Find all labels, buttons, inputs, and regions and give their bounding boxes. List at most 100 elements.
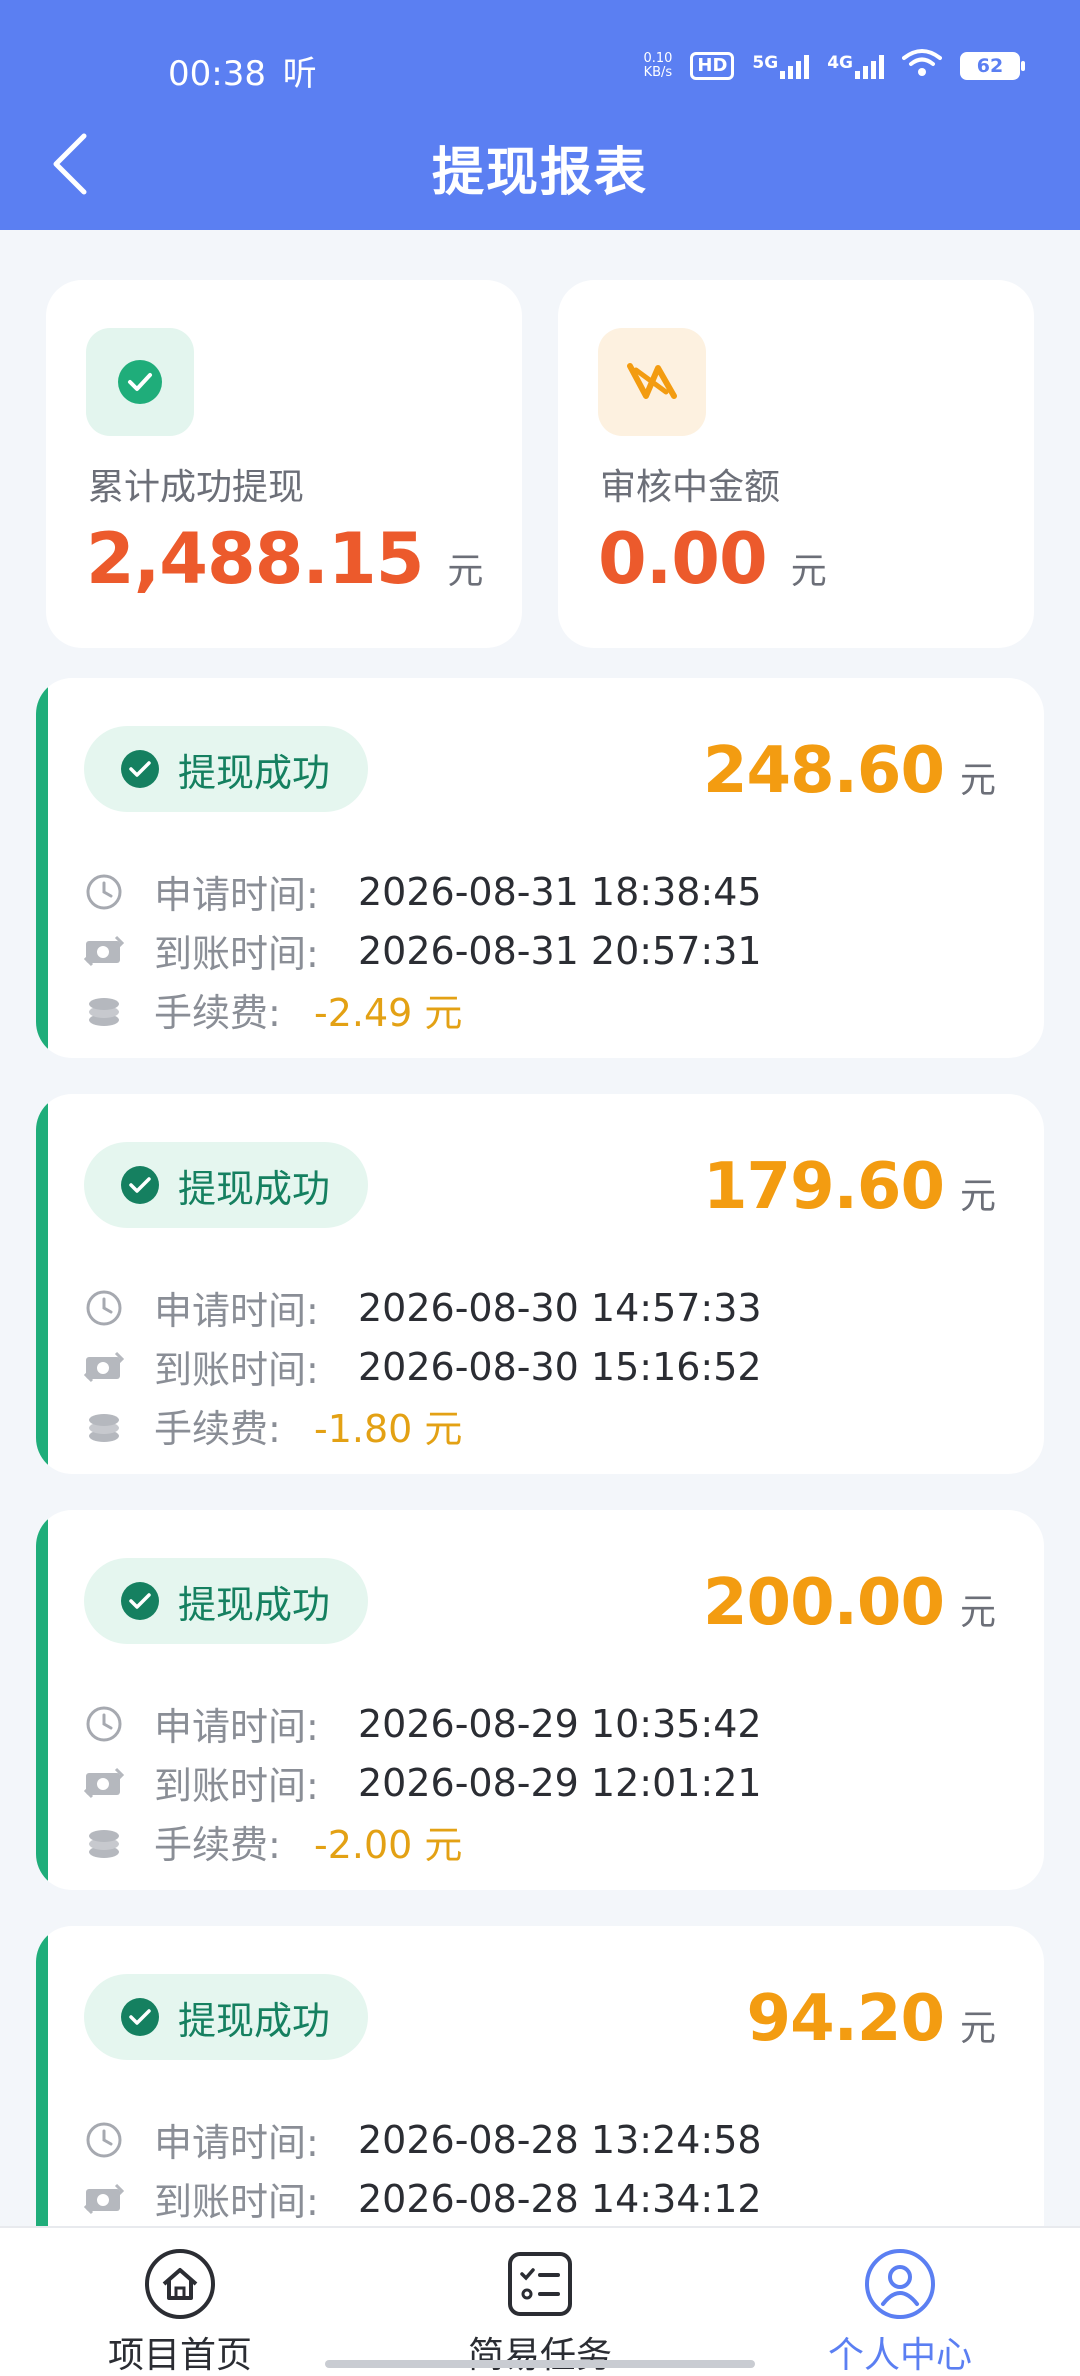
status-text: 提现成功 — [178, 1998, 331, 2043]
withdrawal-amount: 200.00 — [703, 1566, 945, 1640]
status-text: 提现成功 — [178, 1582, 331, 1627]
cash-transfer-icon — [82, 2177, 126, 2221]
pending-amount-card: 审核中金额 0.00 元 — [558, 280, 1034, 648]
arrive-time-row: 到账时间: 2026-08-30 15:16:52 — [82, 1339, 762, 1394]
signal-4g-label: 4G — [827, 53, 853, 73]
cash-transfer-icon — [82, 929, 126, 973]
arrive-time-label: 到账时间: — [154, 932, 319, 976]
fee-value: -1.80 元 — [314, 1407, 463, 1451]
hourglass-icon — [598, 328, 706, 436]
fee-value: -2.00 元 — [314, 1823, 463, 1867]
header-bar: 00:38 听 0.10 KB/s HD 5G 4G 62 提现报表 — [0, 0, 1080, 230]
status-time: 00:38 听 — [168, 46, 317, 95]
nav-home-label: 项目首页 — [107, 2335, 252, 2376]
arrive-time-row: 到账时间: 2026-08-31 20:57:31 — [82, 923, 762, 978]
coins-icon — [82, 988, 126, 1032]
check-circle-icon — [120, 1997, 160, 2037]
amount-row: 248.60 元 — [703, 734, 996, 808]
status-text: 提现成功 — [178, 1166, 331, 1211]
battery-icon: 62 — [960, 52, 1025, 80]
apply-time-label: 申请时间: — [154, 1705, 319, 1749]
withdrawal-report-page: 00:38 听 0.10 KB/s HD 5G 4G 62 提现报表 累计成功提… — [0, 0, 1080, 2376]
amount-unit: 元 — [959, 1176, 996, 1217]
fee-label: 手续费: — [154, 1823, 281, 1867]
arrive-time-value: 2026-08-28 14:34:12 — [358, 2176, 762, 2221]
total-withdrawn-card: 累计成功提现 2,488.15 元 — [46, 280, 522, 648]
apply-time-value: 2026-08-28 13:24:58 — [358, 2117, 762, 2162]
signal-5g-label: 5G — [752, 53, 779, 73]
arrive-time-row: 到账时间: 2026-08-28 14:34:12 — [82, 2171, 762, 2226]
nav-item-tasks[interactable]: 简易任务 — [430, 2248, 650, 2376]
clock-icon — [82, 2118, 126, 2162]
amount-unit: 元 — [959, 760, 996, 801]
bottom-navigation: 项目首页 简易任务 个人中心 — [0, 2226, 1080, 2376]
fee-label: 手续费: — [154, 1407, 281, 1451]
withdrawal-amount: 94.20 — [746, 1982, 945, 2056]
withdrawal-record-card[interactable]: 提现成功 179.60 元申请时间: 2026-08-30 14:57:33 到账时间:… — [36, 1094, 1044, 1474]
clock-icon — [82, 1286, 126, 1330]
net-speed-value: 0.10 — [643, 51, 673, 66]
check-circle-icon — [120, 749, 160, 789]
coins-icon — [82, 1404, 126, 1448]
withdrawal-record-card[interactable]: 提现成功 200.00 元申请时间: 2026-08-29 10:35:42 到账时间:… — [36, 1510, 1044, 1890]
user-icon — [864, 2248, 936, 2320]
check-circle-icon — [120, 1581, 160, 1621]
withdrawal-amount: 248.60 — [703, 734, 945, 808]
cash-transfer-icon — [82, 1761, 126, 1805]
apply-time-label: 申请时间: — [154, 2121, 319, 2165]
arrive-time-label: 到账时间: — [154, 2180, 319, 2224]
amount-row: 179.60 元 — [703, 1150, 996, 1224]
total-withdrawn-value: 2,488.15 — [86, 518, 424, 600]
withdrawal-amount: 179.60 — [703, 1150, 945, 1224]
arrive-time-row: 到账时间: 2026-08-29 12:01:21 — [82, 1755, 762, 1810]
nav-item-profile[interactable]: 个人中心 — [790, 2248, 1010, 2376]
wifi-icon — [902, 48, 942, 84]
fee-row: 手续费: -2.49 元 — [82, 982, 462, 1037]
signal-4g-icon: 4G — [827, 53, 884, 79]
status-badge: 提现成功 — [84, 1142, 368, 1228]
cash-transfer-icon — [82, 1345, 126, 1389]
status-badge: 提现成功 — [84, 1974, 368, 2060]
withdrawal-record-card[interactable]: 提现成功 248.60 元申请时间: 2026-08-31 18:38:45 到账时间:… — [36, 678, 1044, 1058]
amount-row: 200.00 元 — [703, 1566, 996, 1640]
arrive-time-label: 到账时间: — [154, 1764, 319, 1808]
signal-5g-icon: 5G — [752, 53, 810, 79]
apply-time-row: 申请时间: 2026-08-29 10:35:42 — [82, 1696, 762, 1751]
status-badge: 提现成功 — [84, 726, 368, 812]
apply-time-value: 2026-08-31 18:38:45 — [358, 869, 762, 914]
status-extra-text: 听 — [282, 54, 317, 94]
clock-icon — [82, 1702, 126, 1746]
pending-amount-value: 0.00 — [598, 518, 768, 600]
amount-unit: 元 — [959, 2008, 996, 2049]
apply-time-row: 申请时间: 2026-08-30 14:57:33 — [82, 1280, 762, 1335]
task-list-icon — [504, 2248, 576, 2320]
fee-row: 手续费: -2.00 元 — [82, 1814, 462, 1869]
clock-text: 00:38 — [168, 54, 266, 94]
status-indicators: 0.10 KB/s HD 5G 4G 62 — [643, 48, 1025, 84]
amount-row: 94.20 元 — [747, 1982, 996, 2056]
apply-time-row: 申请时间: 2026-08-31 18:38:45 — [82, 864, 762, 919]
apply-time-label: 申请时间: — [154, 873, 319, 917]
check-circle-icon — [86, 328, 194, 436]
arrive-time-label: 到账时间: — [154, 1348, 319, 1392]
pending-amount-label: 审核中金额 — [600, 467, 781, 508]
nav-profile-label: 个人中心 — [827, 2335, 972, 2376]
total-withdrawn-unit: 元 — [447, 551, 484, 592]
status-badge: 提现成功 — [84, 1558, 368, 1644]
apply-time-value: 2026-08-30 14:57:33 — [358, 1285, 762, 1330]
nav-tasks-label: 简易任务 — [467, 2335, 612, 2376]
page-title: 提现报表 — [431, 143, 648, 203]
clock-icon — [82, 870, 126, 914]
home-icon — [144, 2248, 216, 2320]
pending-amount-unit: 元 — [790, 551, 827, 592]
hd-badge: HD — [690, 52, 735, 80]
home-indicator[interactable] — [325, 2360, 755, 2368]
total-withdrawn-label: 累计成功提现 — [88, 467, 305, 508]
arrive-time-value: 2026-08-30 15:16:52 — [358, 1344, 762, 1389]
nav-item-home[interactable]: 项目首页 — [70, 2248, 290, 2376]
coins-icon — [82, 1820, 126, 1864]
fee-row: 手续费: -1.80 元 — [82, 1398, 462, 1453]
fee-label: 手续费: — [154, 991, 281, 1035]
amount-unit: 元 — [959, 1592, 996, 1633]
fee-value: -2.49 元 — [314, 991, 463, 1035]
